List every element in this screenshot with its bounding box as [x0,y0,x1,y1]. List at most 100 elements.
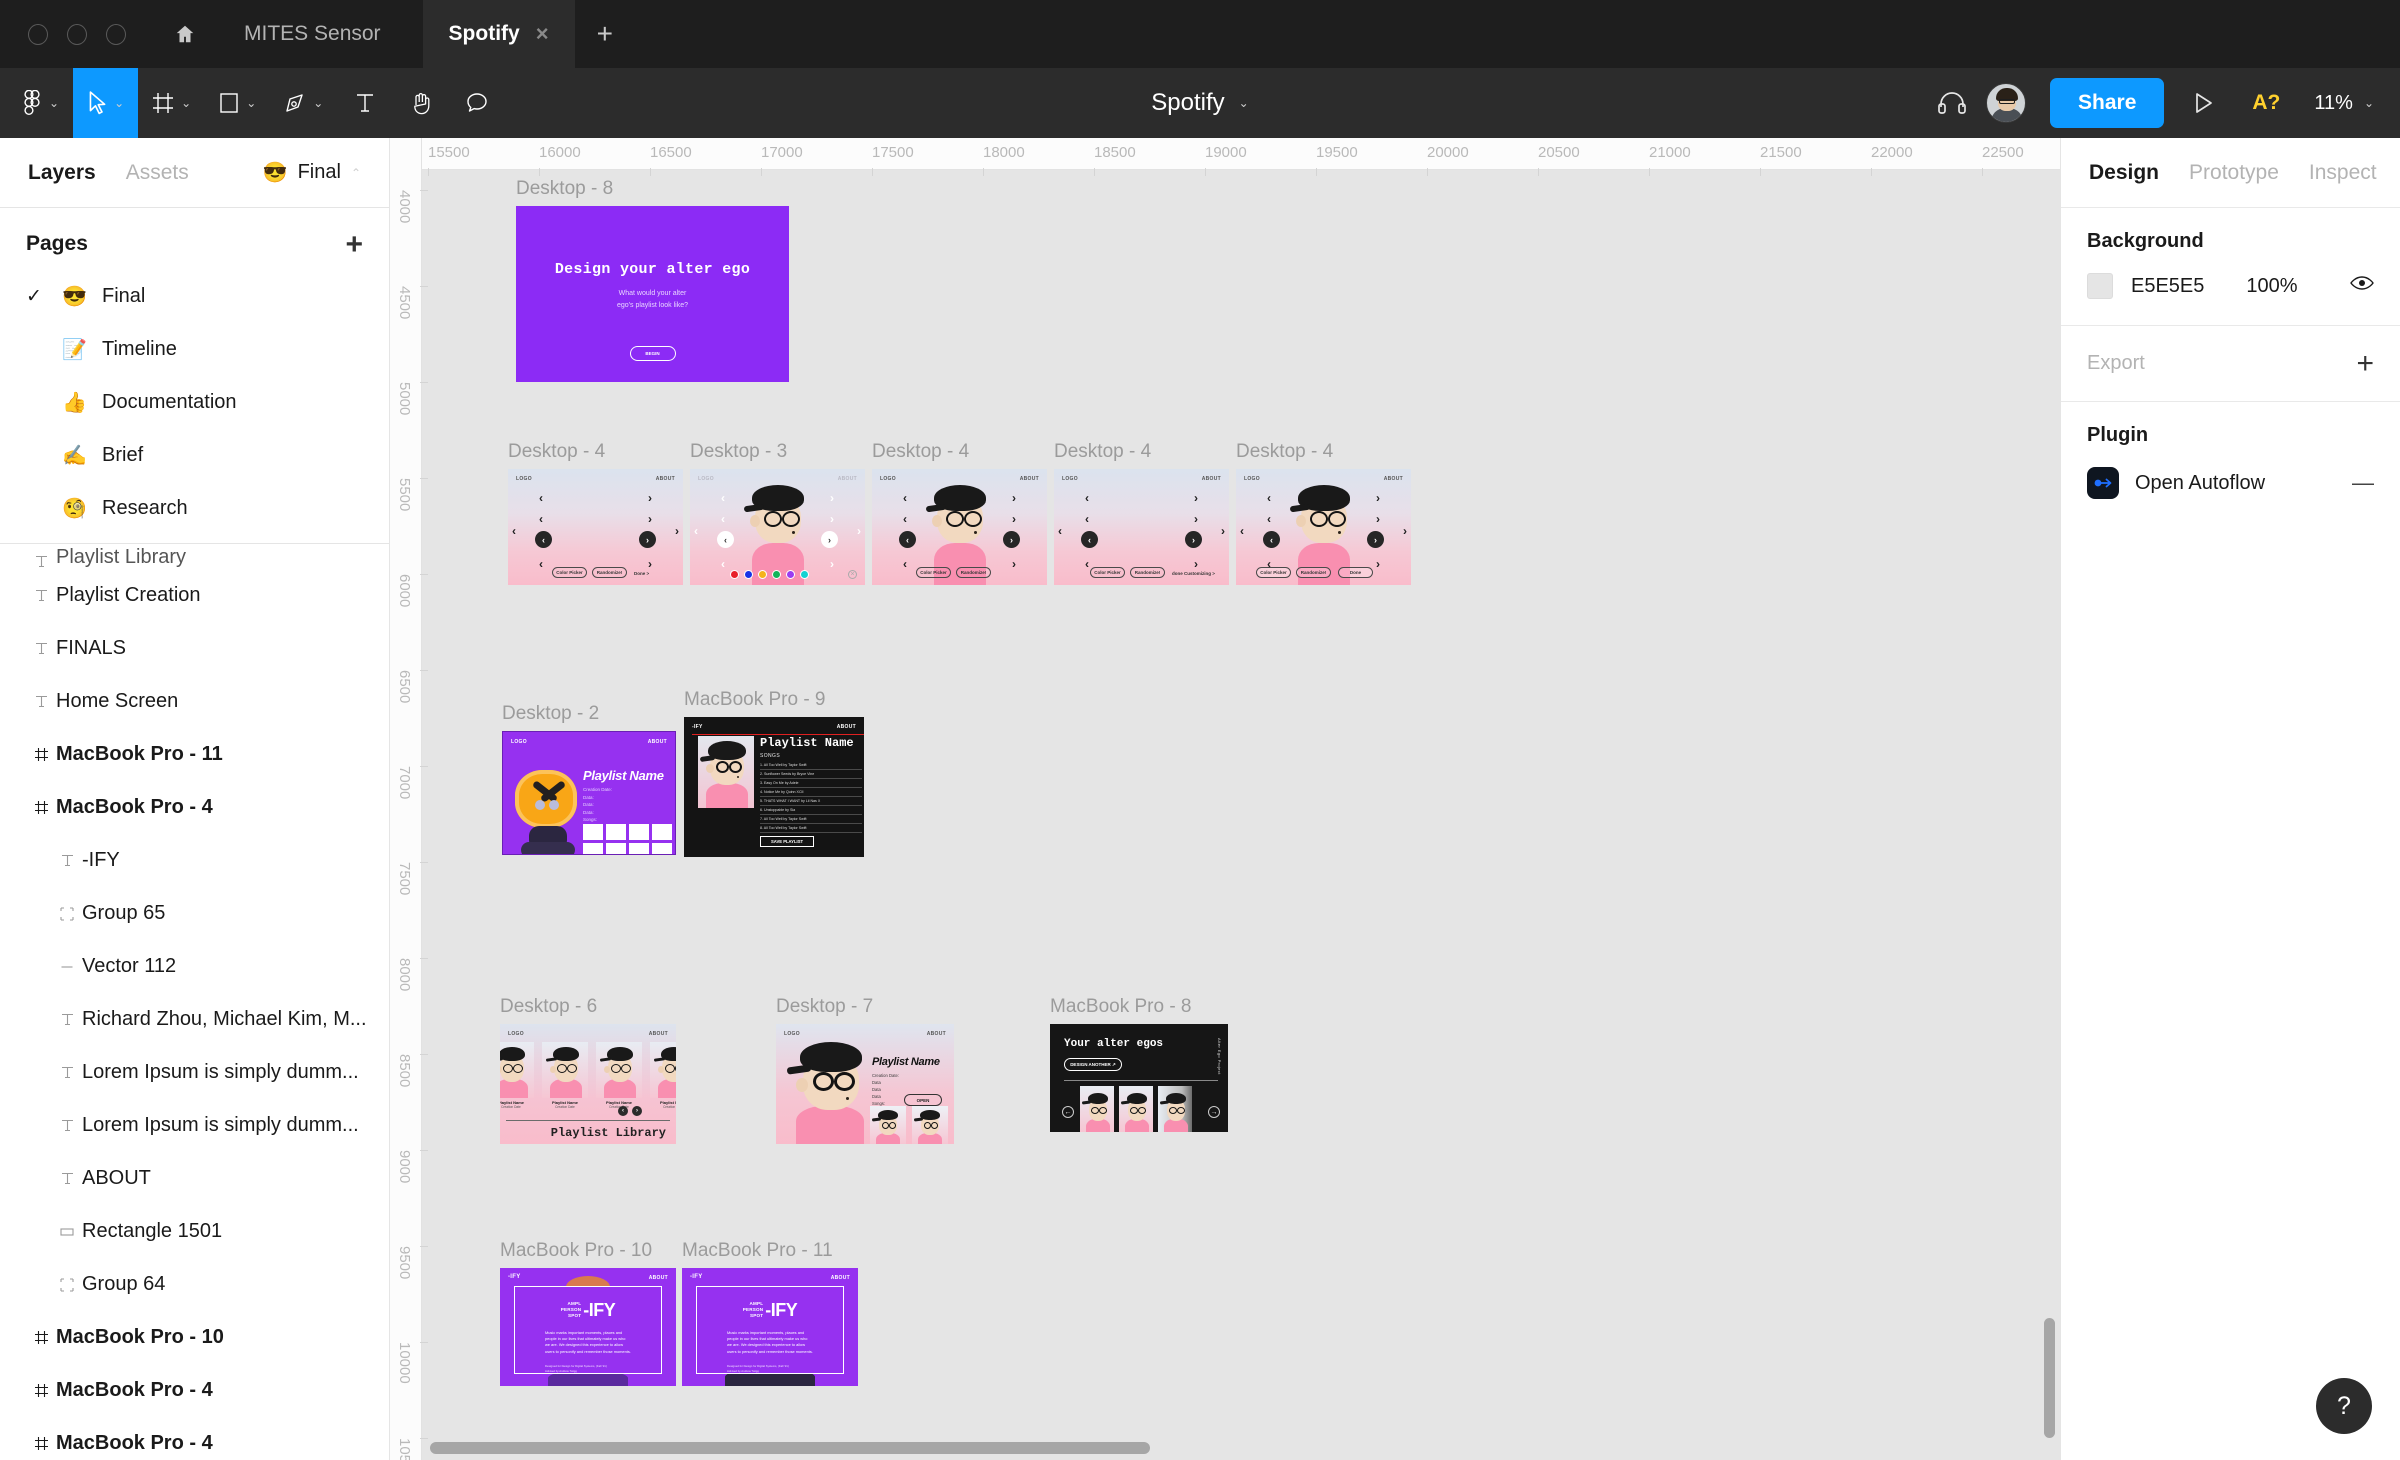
next-button[interactable]: › [1367,531,1384,548]
frame-title[interactable]: Desktop - 2 [502,703,676,725]
chevron-left-icon[interactable]: ‹ [539,557,543,571]
chevron-right-icon[interactable]: › [648,512,652,526]
layer-row[interactable]: Group 64 [0,1258,389,1311]
chevron-left-icon[interactable]: ‹ [1267,491,1271,505]
chevron-left-icon[interactable]: ‹ [1240,524,1244,538]
song-row[interactable]: 6. Unstoppable by Sia [760,806,862,815]
song-row[interactable]: 7. All Too Well by Taylor Swift [760,815,862,824]
next-button[interactable]: › [639,531,656,548]
shape-tool-icon[interactable]: ⌄ [205,68,270,138]
thumbnail[interactable] [870,1106,906,1144]
page-item-research[interactable]: 🧐 Research [0,482,389,535]
background-hex-value[interactable]: E5E5E5 [2131,275,2204,298]
chevron-right-icon[interactable]: › [675,524,679,538]
randomize-button[interactable]: Randomize! [956,567,991,578]
chevron-right-icon[interactable]: › [1194,491,1198,505]
done-button[interactable]: Done > [634,571,649,576]
randomize-button[interactable]: Randomize! [1296,567,1331,578]
chevron-right-icon[interactable]: › [648,491,652,505]
frame-title[interactable]: Desktop - 6 [500,996,676,1018]
chevron-left-icon[interactable]: ‹ [1085,512,1089,526]
song-row[interactable]: 8. All Too Well by Taylor Swift [760,824,862,833]
add-page-icon[interactable]: + [345,229,363,259]
prev-button[interactable]: ‹ [899,531,916,548]
chevron-down-icon[interactable]: ⌄ [49,96,59,110]
frame-content[interactable]: LOGO ABOUT ‹ › ‹ › [690,469,865,585]
chevron-left-icon[interactable]: ‹ [512,524,516,538]
chevron-right-icon[interactable]: › [830,491,834,505]
frame-content[interactable]: -IFY ABOUT AMPL PERSON SPOT -IFY Music mar… [682,1268,858,1386]
frame-macbook-pro-10[interactable]: MacBook Pro - 10 -IFY ABOUT AMPL PERSON SP… [500,1240,676,1386]
playlist-card[interactable]: Playlist NameCreation Date [596,1042,642,1109]
song-slot[interactable] [652,843,672,854]
page-item-final[interactable]: ✓ 😎 Final [0,270,389,323]
color-swatch[interactable] [758,570,767,579]
share-button[interactable]: Share [2050,78,2165,128]
chevron-left-icon[interactable]: ‹ [539,512,543,526]
frame-desktop-7[interactable]: Desktop - 7 LOGO ABOUT Playlist Name Cre… [776,996,954,1144]
page-item-documentation[interactable]: 👍 Documentation [0,376,389,429]
carousel-item[interactable] [1119,1086,1153,1132]
page-item-timeline[interactable]: 📝 Timeline [0,323,389,376]
song-slot[interactable] [629,843,649,854]
frame-title[interactable]: Desktop - 4 [508,441,683,463]
window-controls[interactable] [0,23,126,45]
song-row[interactable]: 4. Notice Me by Quinn XCII [760,788,862,797]
frame-desktop-4-d[interactable]: Desktop - 4 LOGO ABOUT ‹ › ‹ › ‹ › ‹ › ‹… [1236,441,1411,585]
layer-row[interactable]: Lorem Ipsum is simply dumm... [0,1046,389,1099]
chevron-right-icon[interactable]: › [857,524,861,538]
layer-row[interactable]: MacBook Pro - 10 [0,1311,389,1364]
randomize-button[interactable]: Randomize! [1130,567,1165,578]
frame-about-link[interactable]: ABOUT [648,739,667,745]
frame-tool-icon[interactable]: ⌄ [138,68,205,138]
chevron-right-icon[interactable]: › [1376,491,1380,505]
tab-mites-sensor[interactable]: MITES Sensor [202,0,423,68]
prev-button[interactable]: ‹ [717,531,734,548]
song-row[interactable]: 3. Easy On Me by Adele [760,779,862,788]
next-button[interactable]: › [1003,531,1020,548]
frame-desktop-6[interactable]: Desktop - 6 LOGO ABOUT Playlist Name Crea… [500,996,676,1144]
frame-title[interactable]: Desktop - 4 [1054,441,1229,463]
current-page-selector[interactable]: 😎 Final ⌃ [263,160,361,185]
design-another-button[interactable]: DESIGN ANOTHER ↗ [1064,1058,1122,1071]
chevron-left-icon[interactable]: ‹ [1267,512,1271,526]
frame-title[interactable]: Desktop - 4 [872,441,1047,463]
prev-button[interactable]: ‹ [1081,531,1098,548]
prev-button[interactable]: ‹ [535,531,552,548]
next-button[interactable]: › [1185,531,1202,548]
chevron-down-icon[interactable]: ⌄ [2364,96,2374,110]
color-swatch[interactable] [744,570,753,579]
frame-title[interactable]: MacBook Pro - 9 [684,689,864,711]
frame-title[interactable]: Desktop - 8 [516,178,789,200]
playlist-card-row[interactable]: Playlist Name Creation Date Playlist Name C… [500,1042,676,1109]
color-picker-button[interactable]: Color Picker [1090,567,1125,578]
open-button[interactable]: OPEN [904,1094,942,1106]
chevron-left-icon[interactable]: ‹ [903,491,907,505]
chevron-right-icon[interactable]: › [1403,524,1407,538]
frame-title[interactable]: Desktop - 3 [690,441,865,463]
tab-layers[interactable]: Layers [28,161,96,185]
done-customizing-button[interactable]: done Customizing > [1172,571,1215,576]
color-swatch[interactable] [730,570,739,579]
frame-title[interactable]: MacBook Pro - 8 [1050,996,1228,1018]
layer-row[interactable]: MacBook Pro - 4 [0,1417,389,1460]
chevron-right-icon[interactable]: › [1012,491,1016,505]
frame-title[interactable]: Desktop - 7 [776,996,954,1018]
chevron-up-icon[interactable]: ⌃ [351,166,361,180]
song-slot[interactable] [606,843,626,854]
layer-row[interactable]: Richard Zhou, Michael Kim, M... [0,993,389,1046]
add-export-icon[interactable]: + [2356,349,2374,379]
frame-about-link[interactable]: ABOUT [649,1031,668,1037]
song-slot[interactable] [606,824,626,840]
window-close-button[interactable] [28,23,48,45]
arrow-left-icon[interactable]: ← [1062,1106,1074,1118]
frame-about-link[interactable]: ABOUT [656,476,675,482]
frame-content[interactable]: LOGO ABOUT Playlist Name Creation Date: D… [502,731,676,855]
home-icon[interactable] [168,17,202,51]
chevron-down-icon[interactable]: ⌄ [114,96,124,110]
frame-desktop-4-c[interactable]: Desktop - 4 LOGO ABOUT ‹ › ‹ › ‹ › ‹ › ‹… [1054,441,1229,585]
chevron-right-icon[interactable]: › [830,512,834,526]
color-swatch[interactable] [786,570,795,579]
layer-row[interactable]: Playlist Library [0,546,389,569]
avatar[interactable] [1986,83,2027,123]
